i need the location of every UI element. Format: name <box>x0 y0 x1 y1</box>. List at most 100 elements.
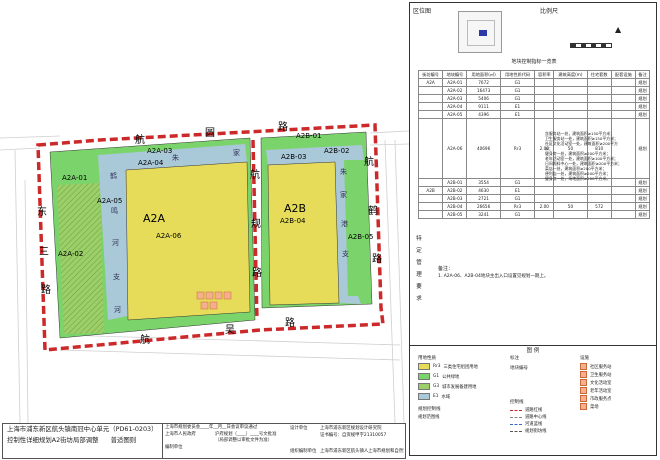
road-south-char-2: 吴 <box>225 324 235 336</box>
legend-line-label: 道路中心线 <box>525 415 547 420</box>
legend-ctrl: 规划范围线 <box>418 415 440 420</box>
special-label-char: 求 <box>416 296 422 302</box>
table-cell <box>534 194 555 203</box>
area-map-label: 区位图 <box>413 8 432 15</box>
legend-line-item: 河道蓝线 <box>510 421 546 427</box>
road-south-char-1: 航 <box>140 333 150 346</box>
plot-label-a2a-03: A2A-03 <box>147 147 172 155</box>
design-label: 设计单位 <box>290 426 308 431</box>
plot-label-a2a-06: A2A-06 <box>156 232 182 240</box>
table-cell: 规划 <box>635 94 650 103</box>
table-cell <box>417 194 444 203</box>
table-row: A2B A2B-02 4630 E1 规划 <box>417 186 650 195</box>
table-header: 建筑高度(m) <box>553 70 588 79</box>
plot-label-a2b-01: A2B-01 <box>296 132 321 140</box>
title-line-1: 上海市浦东新区航头镇南冠中心单元（PD61-0203） <box>7 425 158 433</box>
table-row: A2A-04 9111 E1 规划 <box>417 102 650 111</box>
title-line-2-suffix: 普适图则 <box>110 436 137 444</box>
table-cell: G1 <box>499 78 536 87</box>
table-row: A2B-04 26656 Rr3 2.00 50 572 规划 <box>417 202 650 211</box>
table-cell: A2A-02 <box>442 86 468 95</box>
table-row: A2A-05 4396 E1 规划 <box>417 110 650 119</box>
road-west-char-2: 三 <box>39 247 49 258</box>
table-cell: A2A-04 <box>442 102 468 111</box>
table-cell <box>610 210 637 219</box>
legend-fac-label: 社区服务站 <box>590 364 612 370</box>
table-cell: 16473 <box>466 86 501 95</box>
table-cell <box>610 186 637 195</box>
table-cell <box>553 210 588 219</box>
road-east-char-2: 鹤 <box>368 204 378 217</box>
legend-fac-label: 市政服务点 <box>590 396 612 402</box>
legend-line-label: 道路红线 <box>525 408 543 413</box>
legend-land-code: G3 <box>433 384 440 389</box>
market-icon <box>209 301 218 310</box>
table-cell: G1 <box>499 94 536 103</box>
block-label-a2a: A2A <box>143 212 166 225</box>
table-cell <box>610 194 637 203</box>
table-cell <box>553 78 588 87</box>
legend-fac-title: 设施 <box>580 356 589 361</box>
river-west-char-2: 鸣 <box>111 206 118 215</box>
facility-legend-icon <box>580 403 587 410</box>
table-cell <box>534 78 555 87</box>
table-cell: A2B <box>417 186 444 195</box>
table-cell: 规划 <box>635 78 650 87</box>
table-header: 容积率 <box>534 70 555 79</box>
table-cell <box>586 194 612 203</box>
table-cell <box>586 86 612 95</box>
table-cell: 2.00 <box>534 202 555 211</box>
legend-title: 图 例 <box>410 345 656 354</box>
table-title: 地块控制指标一览表 <box>511 59 557 65</box>
line-legend-swatch <box>510 409 522 411</box>
table-cell: Rr3 <box>499 118 536 179</box>
legend-line-label: 规划街坊线 <box>525 429 547 434</box>
table-cell <box>417 86 444 95</box>
table-cell: G1 <box>499 194 536 203</box>
table-cell: Rr3 <box>499 202 536 211</box>
doc-text-2: （局部调整以审批文件为准） <box>215 438 273 443</box>
special-management-label: 特定管理要求 <box>413 233 425 305</box>
legend-line-label: 河道蓝线 <box>525 422 543 427</box>
culture-room-icon <box>214 291 223 300</box>
table-cell: 4630 <box>466 186 501 195</box>
table-cell <box>534 86 555 95</box>
table-cell: G1 <box>499 86 536 95</box>
river-west-char-3: 河 <box>112 239 119 247</box>
road-north-char-1: 航 <box>135 133 145 146</box>
legend-fac-label: 老年活动室 <box>590 388 612 394</box>
table-cell: 规划 <box>635 194 650 203</box>
table-cell <box>586 110 612 119</box>
legend-fac-label: 文化活动室 <box>590 380 612 386</box>
cert-number: 证书编号：自资规甲字21310057 <box>320 433 387 438</box>
table-cell: A2A-05 <box>442 110 468 119</box>
table-cell <box>534 94 555 103</box>
facility-legend-icon <box>580 379 587 386</box>
legend-line-item: 规划街坊线 <box>510 428 546 434</box>
footer-mid: 上海市浦东新区航头镇人民政府 <box>320 449 368 454</box>
plot-label-a2a-04: A2A-04 <box>138 159 164 167</box>
location-map <box>458 11 502 53</box>
table-cell <box>417 110 444 119</box>
legend-land-item: G3 城市发展备建用地 <box>418 383 478 390</box>
table-cell: A2A-01 <box>442 78 468 87</box>
special-label-char: 要 <box>416 284 422 290</box>
table-cell: 规划 <box>635 118 650 179</box>
municipal-point-icon <box>200 301 209 310</box>
plot-label-a2b-03: A2B-03 <box>281 153 306 161</box>
table-cell <box>417 94 444 103</box>
table-cell <box>553 86 588 95</box>
table-cell: 5406 <box>466 94 501 103</box>
table-cell: G1 <box>499 178 536 187</box>
health-station-icon <box>205 291 214 300</box>
special-label-char: 管 <box>416 260 422 266</box>
table-cell <box>534 110 555 119</box>
table-cell <box>534 102 555 111</box>
table-cell <box>610 86 637 95</box>
info-panel: 区位图 比例尺 ▲ 地块控制指标一览表 街坊编号 地块编号 用地面积(㎡) 用地… <box>409 2 657 456</box>
legend-land-code: Rr3 <box>433 364 441 369</box>
legend-swatch <box>418 363 430 370</box>
legend-land-item: E1 水域 <box>418 393 478 400</box>
legend-land-label: 城市发展备建用地 <box>442 384 477 390</box>
table-cell: 26656 <box>466 202 501 211</box>
